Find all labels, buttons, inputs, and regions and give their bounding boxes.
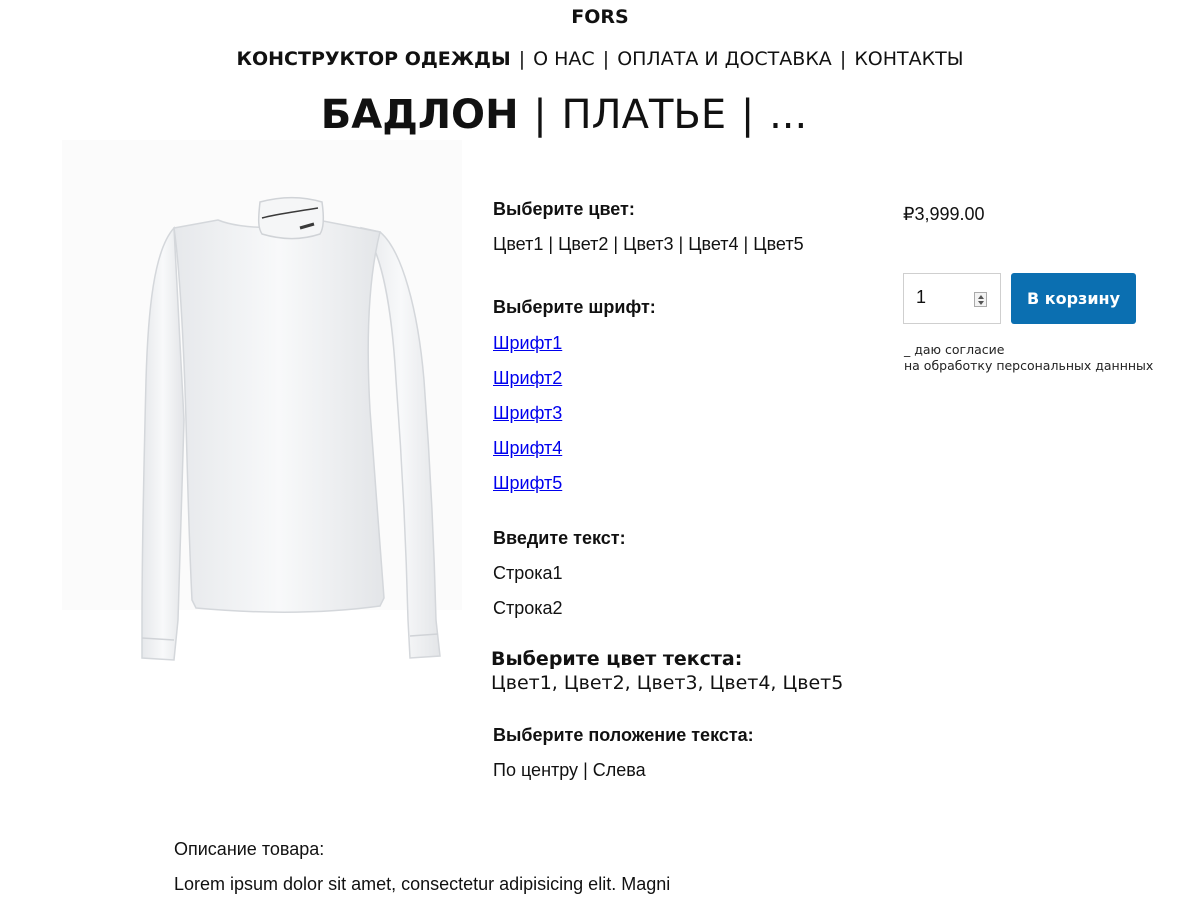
font-option[interactable]: Шрифт3 (493, 403, 562, 424)
product-tab-more[interactable]: ... (769, 92, 807, 138)
nav-item-constructor[interactable]: КОНСТРУКТОР ОДЕЖДЫ (236, 48, 510, 70)
nav-separator: | (602, 48, 610, 70)
text-line-input[interactable]: Строка1 (493, 563, 563, 584)
consent-line: на обработку персональных даннных (904, 358, 1154, 373)
separator: | (583, 760, 588, 780)
separator: | (613, 234, 619, 254)
nav-item-payment-delivery[interactable]: ОПЛАТА И ДОСТАВКА (617, 48, 832, 70)
nav-separator: | (518, 48, 526, 70)
product-tab-dress[interactable]: ПЛАТЬЕ (561, 92, 726, 138)
text-color-options[interactable]: Цвет1, Цвет2, Цвет3, Цвет4, Цвет5 (491, 672, 843, 694)
position-option-left[interactable]: Слева (593, 760, 646, 780)
text-heading: Введите текст: (493, 528, 626, 548)
font-heading: Выберите шрифт: (493, 297, 656, 317)
separator: | (678, 234, 684, 254)
quantity-input[interactable] (916, 287, 971, 308)
product-price: ₽3,999.00 (903, 204, 985, 224)
color-options: Цвет1 | Цвет2 | Цвет3 | Цвет4 | Цвет5 (493, 234, 804, 255)
separator: | (743, 234, 749, 254)
main-nav: КОНСТРУКТОР ОДЕЖДЫ | О НАС | ОПЛАТА И ДО… (0, 48, 1200, 70)
brand-logo[interactable]: FORS (0, 6, 1200, 28)
position-options: По центру | Слева (493, 760, 646, 781)
nav-item-about[interactable]: О НАС (533, 48, 595, 70)
consent-checkbox-label[interactable]: _ даю согласие на обработку персональных… (904, 342, 1153, 374)
position-option-center[interactable]: По центру (493, 760, 578, 780)
color-option[interactable]: Цвет2 (558, 234, 608, 254)
color-heading: Выберите цвет: (493, 199, 635, 219)
product-image (62, 140, 462, 661)
nav-separator: | (839, 48, 847, 70)
nav-item-contacts[interactable]: КОНТАКТЫ (854, 48, 963, 70)
add-to-cart-button[interactable]: В корзину (1011, 273, 1136, 324)
product-nav-separator: | (740, 92, 755, 138)
font-option[interactable]: Шрифт5 (493, 473, 562, 494)
font-option[interactable]: Шрифт1 (493, 333, 562, 354)
product-nav-separator: | (533, 92, 547, 138)
color-option[interactable]: Цвет4 (688, 234, 738, 254)
consent-line: _ даю согласие (904, 342, 1005, 357)
separator: | (548, 234, 554, 254)
spinner-arrows-icon[interactable] (974, 292, 987, 307)
font-option[interactable]: Шрифт4 (493, 438, 562, 459)
text-line-input[interactable]: Строка2 (493, 598, 563, 619)
color-option[interactable]: Цвет1 (493, 234, 543, 254)
quantity-stepper[interactable] (903, 273, 1001, 324)
color-option[interactable]: Цвет3 (623, 234, 673, 254)
position-heading: Выберите положение текста: (493, 725, 754, 745)
text-color-heading: Выберите цвет текста: (491, 648, 743, 670)
font-option[interactable]: Шрифт2 (493, 368, 562, 389)
description-text: Lorem ipsum dolor sit amet, consectetur … (174, 874, 671, 894)
description-heading: Описание товара: (174, 839, 325, 859)
color-option[interactable]: Цвет5 (753, 234, 803, 254)
